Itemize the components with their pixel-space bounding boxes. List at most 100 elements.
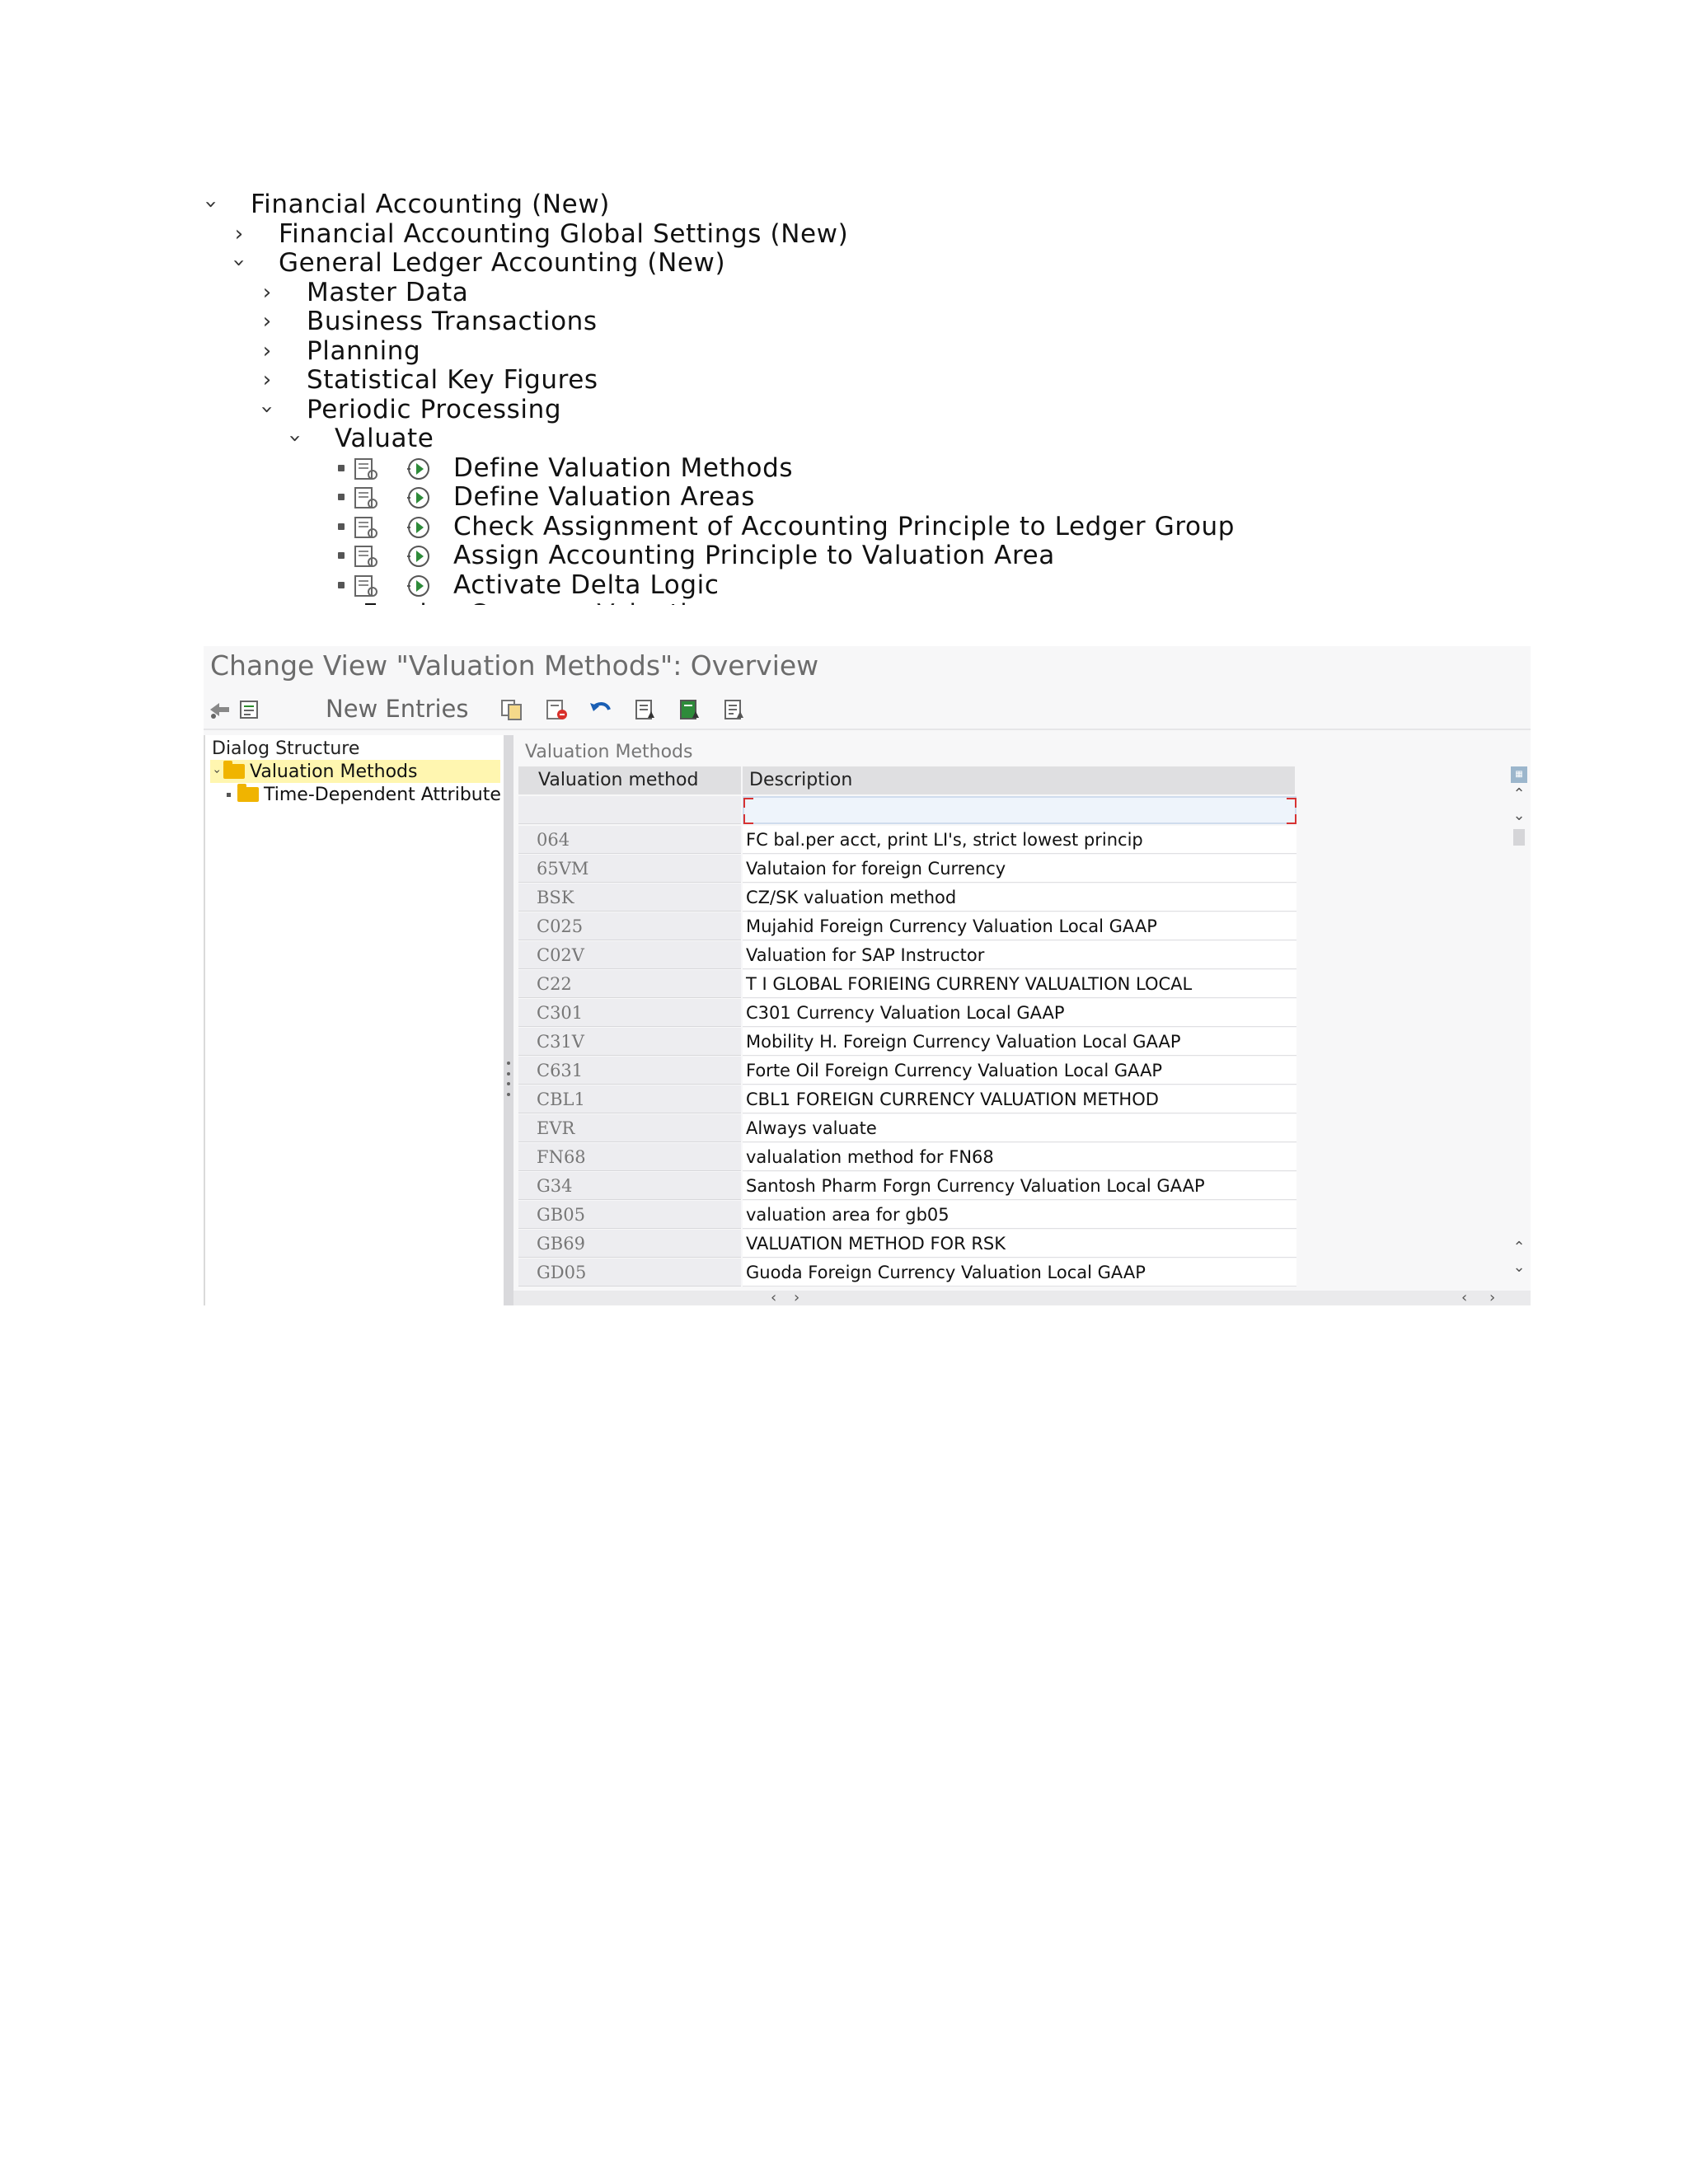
table-row[interactable]: GB69 VALUATION METHOD FOR RSK: [518, 1230, 1296, 1258]
chevron-down-icon[interactable]: ›: [252, 396, 282, 423]
execute-activity-icon[interactable]: [402, 485, 437, 510]
description-cell[interactable]: Valuation for SAP Instructor: [743, 941, 1296, 969]
valuation-method-cell[interactable]: CBL1: [518, 1085, 741, 1113]
new-entry-method-cell[interactable]: [518, 796, 741, 824]
valuation-method-cell[interactable]: C02V: [518, 941, 741, 969]
valuation-method-cell[interactable]: GB69: [518, 1230, 741, 1258]
scroll-left-icon[interactable]: ‹: [1461, 1289, 1467, 1305]
select-all-icon[interactable]: [632, 697, 659, 722]
table-row[interactable]: C31V Mobility H. Foreign Currency Valuati…: [518, 1028, 1296, 1056]
valuation-method-cell[interactable]: C025: [518, 912, 741, 940]
pane-splitter[interactable]: [504, 735, 513, 1305]
tree-node[interactable]: Define Valuation Methods: [198, 453, 1368, 483]
new-entry-description-field[interactable]: [743, 796, 1296, 824]
description-cell[interactable]: Always valuate: [743, 1114, 1296, 1142]
valuation-method-cell[interactable]: C31V: [518, 1028, 741, 1056]
description-cell[interactable]: Santosh Pharm Forgn Currency Valuation L…: [743, 1172, 1296, 1200]
undo-icon[interactable]: [588, 697, 614, 722]
table-row[interactable]: C02V Valuation for SAP Instructor: [518, 941, 1296, 969]
valuation-method-cell[interactable]: FN68: [518, 1143, 741, 1171]
tree-node[interactable]: › Financial Accounting Global Settings (N…: [198, 219, 1368, 249]
tree-node[interactable]: › Planning: [198, 336, 1368, 366]
table-row[interactable]: C22 T I GLOBAL FORIEING CURRENY VALUALTIO…: [518, 970, 1296, 998]
execute-activity-icon[interactable]: [402, 457, 437, 481]
valuation-method-cell[interactable]: C22: [518, 970, 741, 998]
valuation-method-cell[interactable]: BSK: [518, 883, 741, 912]
valuation-method-cell[interactable]: 064: [518, 826, 741, 854]
copy-icon[interactable]: [499, 697, 525, 722]
chevron-down-icon[interactable]: ›: [210, 765, 223, 778]
description-cell[interactable]: valuation area for gb05: [743, 1201, 1296, 1229]
new-entry-row[interactable]: [518, 796, 1296, 824]
documentation-icon[interactable]: [353, 574, 381, 598]
horizontal-scrollbar[interactable]: ‹ › ‹ ›: [513, 1289, 1531, 1305]
delete-icon[interactable]: [543, 697, 570, 722]
table-row[interactable]: 064 FC bal.per acct, print LI's, strict l…: [518, 826, 1296, 854]
deselect-all-icon[interactable]: [721, 697, 748, 722]
new-entries-button[interactable]: New Entries: [326, 687, 468, 730]
tree-node[interactable]: Activate Delta Logic: [198, 570, 1368, 600]
table-row[interactable]: CBL1 CBL1 FOREIGN CURRENCY VALUATION METH…: [518, 1085, 1296, 1113]
scroll-down-icon[interactable]: ⌄: [1511, 808, 1527, 824]
table-row[interactable]: C025 Mujahid Foreign Currency Valuation L…: [518, 912, 1296, 940]
valuation-method-cell[interactable]: 65VM: [518, 855, 741, 883]
scroll-left-icon[interactable]: ‹: [771, 1289, 776, 1305]
tree-node[interactable]: Assign Accounting Principle to Valuation…: [198, 541, 1368, 570]
tree-node[interactable]: Define Valuation Areas: [198, 482, 1368, 512]
tree-node[interactable]: › Periodic Processing: [198, 395, 1368, 424]
description-cell[interactable]: valualation method for FN68: [743, 1143, 1296, 1171]
page-up-icon[interactable]: ⌃: [1511, 1240, 1527, 1256]
description-cell[interactable]: Guoda Foreign Currency Valuation Local G…: [743, 1258, 1296, 1286]
valuation-method-cell[interactable]: C301: [518, 999, 741, 1027]
chevron-down-icon[interactable]: ›: [198, 191, 226, 218]
tree-node[interactable]: › Business Transactions: [198, 307, 1368, 336]
execute-activity-icon[interactable]: [402, 574, 437, 598]
chevron-right-icon[interactable]: ›: [226, 219, 252, 249]
chevron-right-icon[interactable]: ›: [254, 336, 280, 366]
description-cell[interactable]: Valutaion for foreign Currency: [743, 855, 1296, 883]
table-row[interactable]: GD05 Guoda Foreign Currency Valuation Loc…: [518, 1258, 1296, 1286]
page-down-icon[interactable]: ⌄: [1511, 1259, 1527, 1276]
valuation-method-cell[interactable]: C631: [518, 1057, 741, 1085]
display-change-icon[interactable]: [207, 697, 233, 722]
chevron-right-icon[interactable]: ›: [254, 365, 280, 395]
vertical-scrollbar[interactable]: ▦ ⌃ ⌄ ⌃ ⌄: [1511, 766, 1527, 1277]
chevron-right-icon[interactable]: ›: [254, 278, 280, 307]
valuation-method-cell[interactable]: GB05: [518, 1201, 741, 1229]
tree-node[interactable]: › Statistical Key Figures: [198, 365, 1368, 395]
column-header-valuation-method[interactable]: Valuation method: [518, 766, 741, 794]
description-cell[interactable]: CZ/SK valuation method: [743, 883, 1296, 912]
execute-activity-icon[interactable]: [402, 515, 437, 540]
description-cell[interactable]: VALUATION METHOD FOR RSK: [743, 1230, 1296, 1258]
tree-node[interactable]: › Financial Accounting (New): [198, 190, 1368, 219]
table-row[interactable]: FN68 valualation method for FN68: [518, 1143, 1296, 1171]
table-row[interactable]: G34 Santosh Pharm Forgn Currency Valuatio…: [518, 1172, 1296, 1200]
dialog-node-valuation-methods[interactable]: › Valuation Methods: [210, 760, 500, 783]
valuation-method-cell[interactable]: GD05: [518, 1258, 741, 1286]
documentation-icon[interactable]: [353, 457, 381, 481]
description-cell[interactable]: Mobility H. Foreign Currency Valuation L…: [743, 1028, 1296, 1056]
tree-node[interactable]: › Valuate: [198, 424, 1368, 453]
documentation-icon[interactable]: [353, 485, 381, 510]
table-row[interactable]: EVR Always valuate: [518, 1114, 1296, 1142]
description-cell[interactable]: Forte Oil Foreign Currency Valuation Loc…: [743, 1057, 1296, 1085]
table-row[interactable]: GB05 valuation area for gb05: [518, 1201, 1296, 1229]
splitter-grip-icon[interactable]: [504, 1058, 513, 1099]
table-row[interactable]: C631 Forte Oil Foreign Currency Valuation…: [518, 1057, 1296, 1085]
valuation-method-cell[interactable]: EVR: [518, 1114, 741, 1142]
description-cell[interactable]: CBL1 FOREIGN CURRENCY VALUATION METHOD: [743, 1085, 1296, 1113]
description-cell[interactable]: C301 Currency Valuation Local GAAP: [743, 999, 1296, 1027]
table-row[interactable]: 65VM Valutaion for foreign Currency: [518, 855, 1296, 883]
scroll-up-icon[interactable]: ⌃: [1511, 786, 1527, 803]
select-block-icon[interactable]: [677, 697, 703, 722]
description-cell[interactable]: Mujahid Foreign Currency Valuation Local…: [743, 912, 1296, 940]
chevron-down-icon[interactable]: ›: [280, 425, 310, 452]
dialog-node-time-dependent-attribute[interactable]: Time-Dependent Attribute: [227, 783, 501, 806]
tree-node[interactable]: › General Ledger Accounting (New): [198, 248, 1368, 278]
details-icon[interactable]: [237, 697, 263, 722]
table-row[interactable]: BSK CZ/SK valuation method: [518, 883, 1296, 912]
scroll-right-icon[interactable]: ›: [794, 1289, 799, 1305]
table-row[interactable]: C301 C301 Currency Valuation Local GAAP: [518, 999, 1296, 1027]
description-cell[interactable]: FC bal.per acct, print LI's, strict lowe…: [743, 826, 1296, 854]
table-settings-icon[interactable]: ▦: [1511, 766, 1527, 783]
